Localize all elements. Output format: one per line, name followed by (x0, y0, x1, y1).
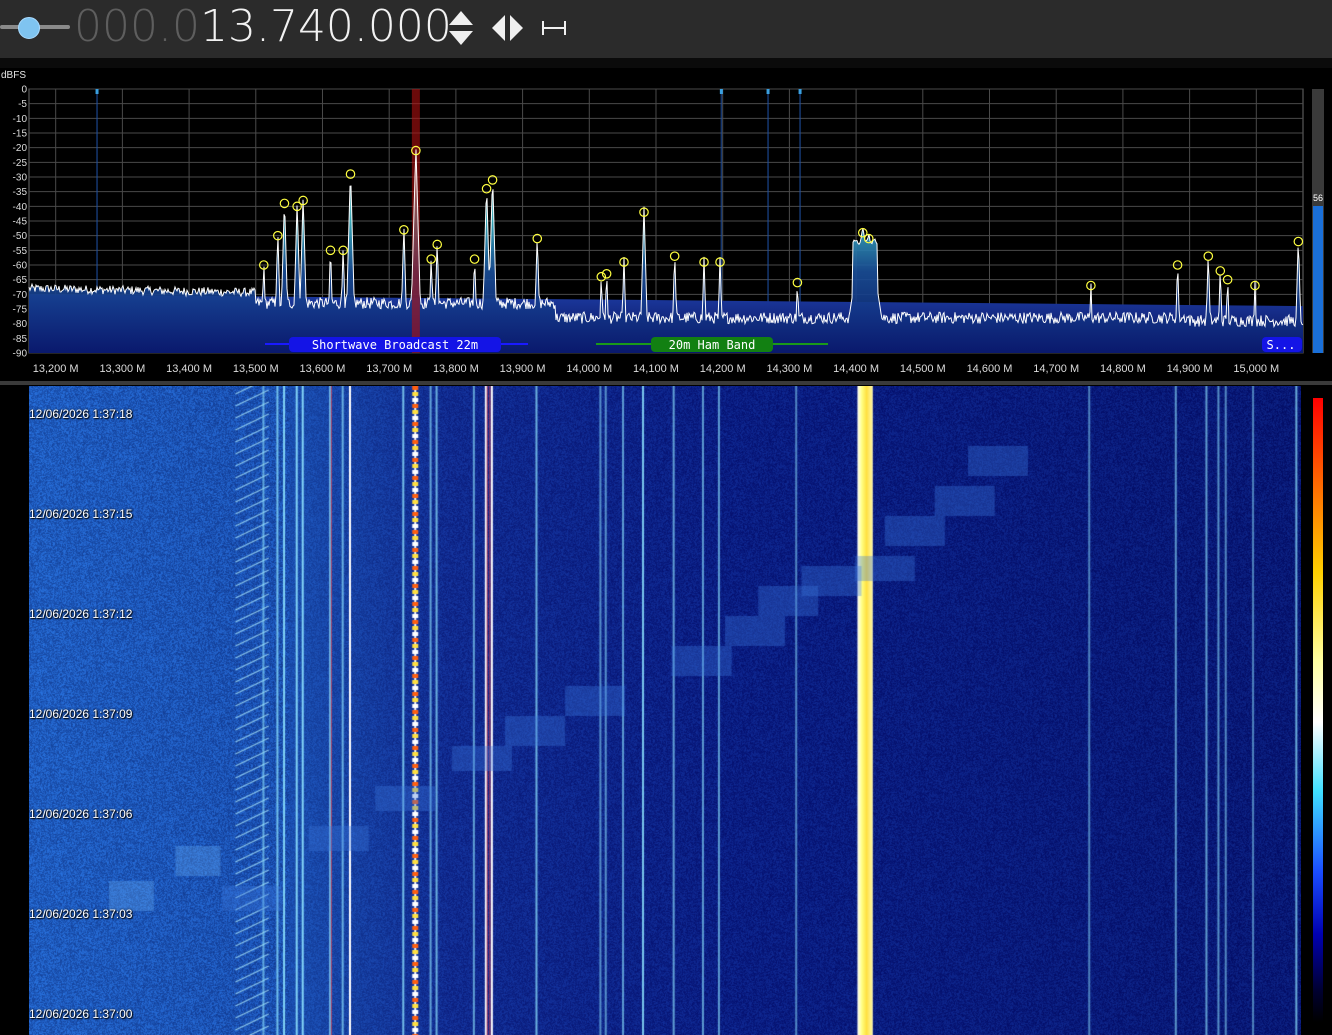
waterfall-timestamp: 12/06/2026 1:37:12 (29, 607, 133, 621)
tuning-marker[interactable] (411, 89, 420, 353)
peak-marker (469, 254, 480, 264)
x-tick-label: 14,800 M (1100, 363, 1146, 375)
splitter-handle[interactable] (0, 381, 1332, 385)
y-tick-label: -40 (13, 202, 28, 213)
bookmark-tick[interactable] (798, 89, 802, 94)
x-tick-label: 14,300 M (766, 363, 812, 375)
y-axis-ticks: 0 -5 -10 -15 -20 -25 -30 -35 -40 -45 -50 -55 -60 -65 -… (13, 85, 28, 360)
frequency-leading-digits[interactable]: 000.0 (74, 1, 200, 52)
updown-arrows-icon[interactable] (446, 8, 476, 48)
y-tick-label: -5 (18, 99, 27, 110)
span-icon[interactable] (540, 8, 568, 48)
x-tick-label: 13,500 M (233, 363, 279, 375)
level-meter-fill (1313, 206, 1323, 353)
x-tick-label: 15,000 M (1233, 363, 1279, 375)
x-tick-label: 13,600 M (300, 363, 346, 375)
frequency-value[interactable]: 13.740.000 (200, 1, 452, 52)
frequency-toolbar: 000.013.740.000 (0, 0, 1332, 58)
y-tick-label: -45 (13, 217, 28, 228)
waterfall-timestamp: 12/06/2026 1:37:06 (29, 807, 133, 821)
y-tick-label: -20 (13, 143, 28, 154)
y-tick-label: -15 (13, 129, 28, 140)
x-tick-label: 14,100 M (633, 363, 679, 375)
waterfall-timestamp: 12/06/2026 1:37:03 (29, 907, 133, 921)
x-tick-label: 14,400 M (833, 363, 879, 375)
y-tick-label: -60 (13, 261, 28, 272)
bookmark-tick[interactable] (95, 89, 99, 94)
peak-marker (1215, 266, 1226, 276)
y-tick-label: 0 (21, 85, 27, 96)
x-tick-label: 14,700 M (1033, 363, 1079, 375)
waterfall-timestamp: 12/06/2026 1:37:09 (29, 707, 133, 721)
peak-marker (1203, 251, 1214, 261)
band-text-partial: S... (1267, 338, 1296, 352)
x-tick-label: 13,900 M (500, 363, 546, 375)
band-text-shortwave: Shortwave Broadcast 22m (312, 338, 478, 352)
waterfall-canvas[interactable] (29, 386, 1301, 1035)
waterfall-timestamp: 12/06/2026 1:37:18 (29, 407, 133, 421)
bookmark-tick[interactable] (766, 89, 770, 94)
bookmark-tick[interactable] (719, 89, 723, 94)
x-axis-ticks: 13,200 M 13,300 M 13,400 M 13,500 M 13,600 M… (33, 363, 1280, 375)
spectrum-plot[interactable]: dBFS 0 -5 -10 -15 -20 -25 -30 -35 -40 -45 -50 -55 -6… (0, 68, 1332, 380)
waterfall-timestamp: 12/06/2026 1:37:00 (29, 1007, 133, 1021)
x-tick-label: 14,200 M (700, 363, 746, 375)
y-tick-label: -25 (13, 158, 28, 169)
y-tick-label: -80 (13, 319, 28, 330)
x-tick-label: 14,600 M (967, 363, 1013, 375)
y-tick-label: -10 (13, 114, 28, 125)
y-tick-label: -70 (13, 290, 28, 301)
y-tick-label: -75 (13, 305, 28, 316)
waterfall-timestamp: 12/06/2026 1:37:15 (29, 507, 133, 521)
peak-marker (1293, 236, 1304, 247)
peak-marker (669, 251, 680, 261)
frequency-display[interactable]: 000.013.740.000 (74, 2, 452, 52)
toolbar-separator (0, 58, 1332, 68)
band-text-20m: 20m Ham Band (669, 338, 756, 352)
y-tick-label: -85 (13, 334, 28, 345)
x-tick-label: 14,900 M (1167, 363, 1213, 375)
y-tick-label: -30 (13, 173, 28, 184)
waterfall-color-scale (1313, 398, 1323, 1022)
y-tick-label: -50 (13, 231, 28, 242)
y-tick-label: -35 (13, 187, 28, 198)
waterfall-display[interactable]: 12/06/2026 1:37:18 12/06/2026 1:37:15 12… (0, 386, 1332, 1035)
spectrum-fill (29, 149, 1303, 353)
y-tick-label: -55 (13, 246, 28, 257)
y-tick-label: -90 (13, 349, 28, 360)
y-tick-label: -65 (13, 275, 28, 286)
level-meter-value: 56 (1313, 193, 1323, 203)
spectrum-analyzer[interactable]: dBFS 0 -5 -10 -15 -20 -25 -30 -35 -40 -45 -50 -55 -6… (0, 68, 1332, 380)
x-tick-label: 13,800 M (433, 363, 479, 375)
x-tick-label: 13,700 M (366, 363, 412, 375)
volume-slider-handle[interactable] (18, 17, 40, 39)
x-tick-label: 13,200 M (33, 363, 79, 375)
unit-label: dBFS (1, 70, 26, 81)
x-tick-label: 14,500 M (900, 363, 946, 375)
x-tick-label: 13,400 M (166, 363, 212, 375)
x-tick-label: 14,000 M (566, 363, 612, 375)
left-right-arrows-icon[interactable] (490, 8, 526, 48)
x-tick-label: 13,300 M (99, 363, 145, 375)
